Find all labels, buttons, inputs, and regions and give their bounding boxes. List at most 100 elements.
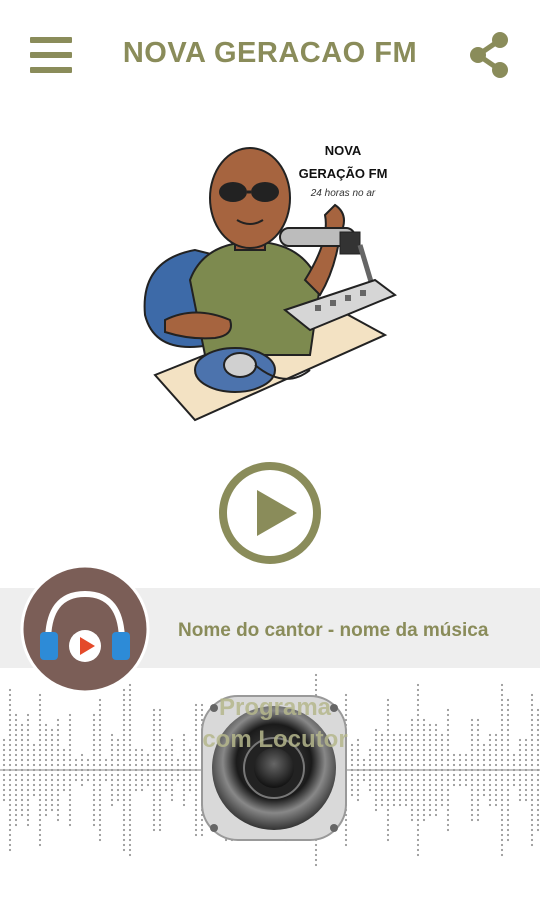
- waveform-dot: [494, 798, 498, 802]
- waveform-dot: [170, 778, 174, 782]
- app-title: NOVA GERACAO FM: [122, 37, 418, 69]
- waveform-dot: [80, 753, 84, 757]
- waveform-dot: [500, 723, 504, 727]
- waveform-dot: [92, 748, 96, 752]
- waveform-dot: [134, 758, 138, 762]
- waveform-dot: [128, 753, 132, 757]
- waveform-dot: [488, 763, 492, 767]
- waveform-dot: [488, 743, 492, 747]
- waveform-dot: [398, 778, 402, 782]
- waveform-dot: [80, 783, 84, 787]
- waveform-dot: [386, 713, 390, 717]
- waveform-dot: [470, 798, 474, 802]
- waveform-dot: [128, 823, 132, 827]
- waveform-dot: [314, 683, 318, 687]
- waveform-dot: [416, 738, 420, 742]
- waveform-dot: [50, 808, 54, 812]
- waveform-dot: [92, 758, 96, 762]
- waveform-dot: [518, 748, 522, 752]
- waveform-dot: [416, 733, 420, 737]
- waveform-dot: [422, 783, 426, 787]
- waveform-dot: [164, 758, 168, 762]
- waveform-dot: [416, 813, 420, 817]
- waveform-dot: [524, 773, 528, 777]
- waveform-dot: [500, 743, 504, 747]
- waveform-dot: [506, 753, 510, 757]
- waveform-dot: [404, 788, 408, 792]
- waveform-dot: [446, 728, 450, 732]
- waveform-dot: [158, 763, 162, 767]
- waveform-dot: [500, 748, 504, 752]
- waveform-dot: [8, 803, 12, 807]
- waveform-dot: [446, 708, 450, 712]
- waveform-dot: [26, 743, 30, 747]
- waveform-dot: [158, 778, 162, 782]
- waveform-dot: [122, 788, 126, 792]
- waveform-dot: [452, 773, 456, 777]
- waveform-dot: [188, 783, 192, 787]
- waveform-dot: [368, 773, 372, 777]
- waveform-dot: [434, 733, 438, 737]
- waveform-dot: [458, 783, 462, 787]
- waveform-dot: [410, 783, 414, 787]
- waveform-dot: [110, 753, 114, 757]
- waveform-dot: [98, 743, 102, 747]
- waveform-dot: [128, 758, 132, 762]
- waveform-dot: [470, 813, 474, 817]
- waveform-dot: [422, 813, 426, 817]
- waveform-dot: [536, 728, 540, 732]
- share-icon[interactable]: [466, 30, 512, 80]
- waveform-dot: [398, 748, 402, 752]
- waveform-dot: [104, 758, 108, 762]
- waveform-dot: [38, 833, 42, 837]
- program-title: Programa: [218, 694, 332, 721]
- waveform-dot: [506, 728, 510, 732]
- waveform-dot: [434, 798, 438, 802]
- waveform-dot: [68, 803, 72, 807]
- waveform-dot: [122, 833, 126, 837]
- waveform-dot: [98, 823, 102, 827]
- waveform-dot: [2, 778, 6, 782]
- waveform-dot: [146, 753, 150, 757]
- waveform-dot: [68, 743, 72, 747]
- waveform-dot: [464, 778, 468, 782]
- waveform-dot: [536, 708, 540, 712]
- waveform-dot: [422, 748, 426, 752]
- waveform-dot: [20, 763, 24, 767]
- waveform-dot: [128, 818, 132, 822]
- waveform-dot: [188, 778, 192, 782]
- waveform-dot: [446, 818, 450, 822]
- waveform-dot: [380, 778, 384, 782]
- waveform-dot: [416, 793, 420, 797]
- waveform-dot: [416, 798, 420, 802]
- waveform-dot: [494, 793, 498, 797]
- waveform-dot: [116, 763, 120, 767]
- play-button[interactable]: [217, 460, 323, 566]
- waveform-dot: [434, 793, 438, 797]
- waveform-dot: [170, 783, 174, 787]
- waveform-dot: [476, 773, 480, 777]
- waveform-dot: [140, 763, 144, 767]
- waveform-dot: [8, 688, 12, 692]
- waveform-dot: [500, 853, 504, 857]
- waveform-dot: [38, 708, 42, 712]
- waveform-dot: [428, 813, 432, 817]
- waveform-dot: [410, 758, 414, 762]
- waveform-dot: [158, 733, 162, 737]
- waveform-dot: [152, 783, 156, 787]
- waveform-dot: [188, 758, 192, 762]
- waveform-dot: [164, 773, 168, 777]
- waveform-dot: [476, 738, 480, 742]
- waveform-dot: [536, 758, 540, 762]
- waveform-dot: [356, 798, 360, 802]
- waveform-dot: [14, 758, 18, 762]
- waveform-dot: [428, 738, 432, 742]
- waveform-dot: [404, 743, 408, 747]
- waveform-dot: [506, 808, 510, 812]
- waveform-dot: [536, 743, 540, 747]
- waveform-dot: [158, 793, 162, 797]
- waveform-dot: [470, 808, 474, 812]
- waveform-dot: [26, 818, 30, 822]
- waveform-dot: [44, 803, 48, 807]
- waveform-dot: [14, 808, 18, 812]
